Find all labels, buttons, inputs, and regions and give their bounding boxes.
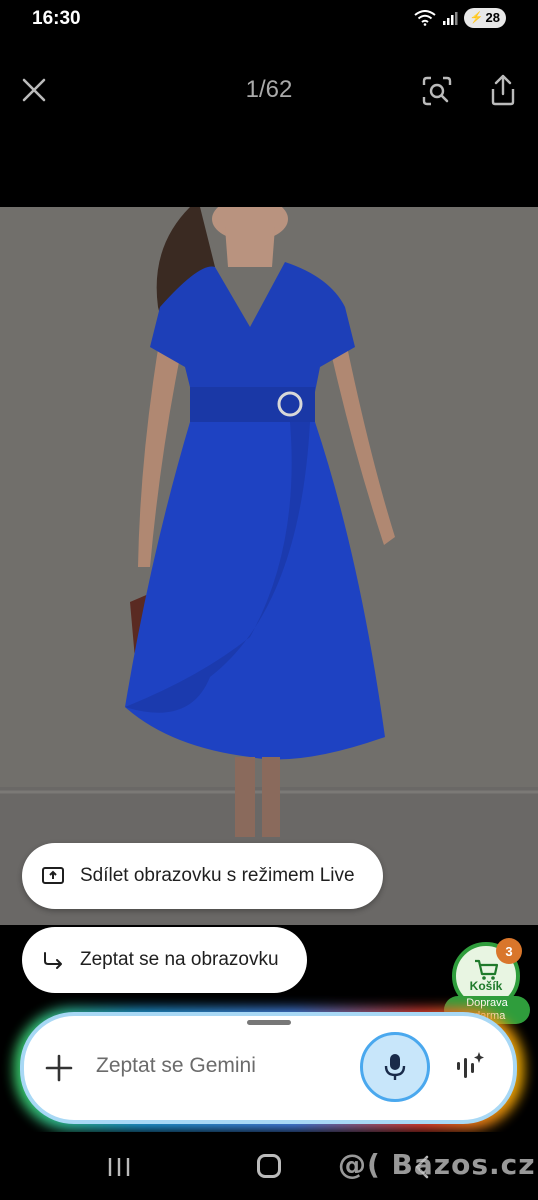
dress-illustration (0, 207, 538, 925)
watermark: @( Bazos.cz (338, 1148, 536, 1181)
wifi-icon (414, 10, 436, 26)
screen-share-icon (40, 863, 66, 889)
gemini-prompt-input[interactable]: Zeptat se Gemini (96, 1054, 256, 1078)
gemini-live-icon[interactable] (454, 1050, 486, 1082)
cart-count-badge: 3 (496, 938, 522, 964)
gemini-input-bar (20, 1012, 517, 1124)
product-photo[interactable] (0, 207, 538, 925)
ask-about-screen-chip[interactable]: Zeptat se na obrazovku (22, 927, 307, 993)
ask-about-screen-label: Zeptat se na obrazovku (80, 949, 279, 970)
signal-icon (442, 12, 458, 25)
cart-label: Košík (469, 979, 503, 993)
recents-icon[interactable] (106, 1156, 132, 1178)
microphone-icon (384, 1054, 406, 1080)
screen: 16:30 ⚡ 28 1/62 Sdílet obrazovku s režim… (0, 0, 538, 1200)
share-icon[interactable] (486, 72, 520, 108)
share-screen-live-label: Sdílet obrazovku s režimem Live (80, 865, 355, 886)
reply-arrow-icon (40, 947, 66, 973)
drag-handle[interactable] (247, 1020, 291, 1025)
share-screen-live-chip[interactable]: Sdílet obrazovku s režimem Live (22, 843, 383, 909)
home-icon[interactable] (257, 1154, 281, 1178)
status-bar: 16:30 ⚡ 28 (0, 0, 538, 38)
battery-level: 28 (485, 10, 500, 25)
status-time: 16:30 (32, 8, 81, 29)
cart-icon (475, 959, 499, 980)
battery-icon: ⚡ 28 (463, 8, 506, 28)
viewer-toolbar: 1/62 (0, 62, 538, 122)
image-counter: 1/62 (245, 76, 293, 103)
status-icons: ⚡ 28 (414, 8, 506, 28)
plus-icon[interactable] (44, 1053, 74, 1083)
microphone-button[interactable] (360, 1032, 430, 1102)
lens-search-icon[interactable] (420, 74, 454, 108)
